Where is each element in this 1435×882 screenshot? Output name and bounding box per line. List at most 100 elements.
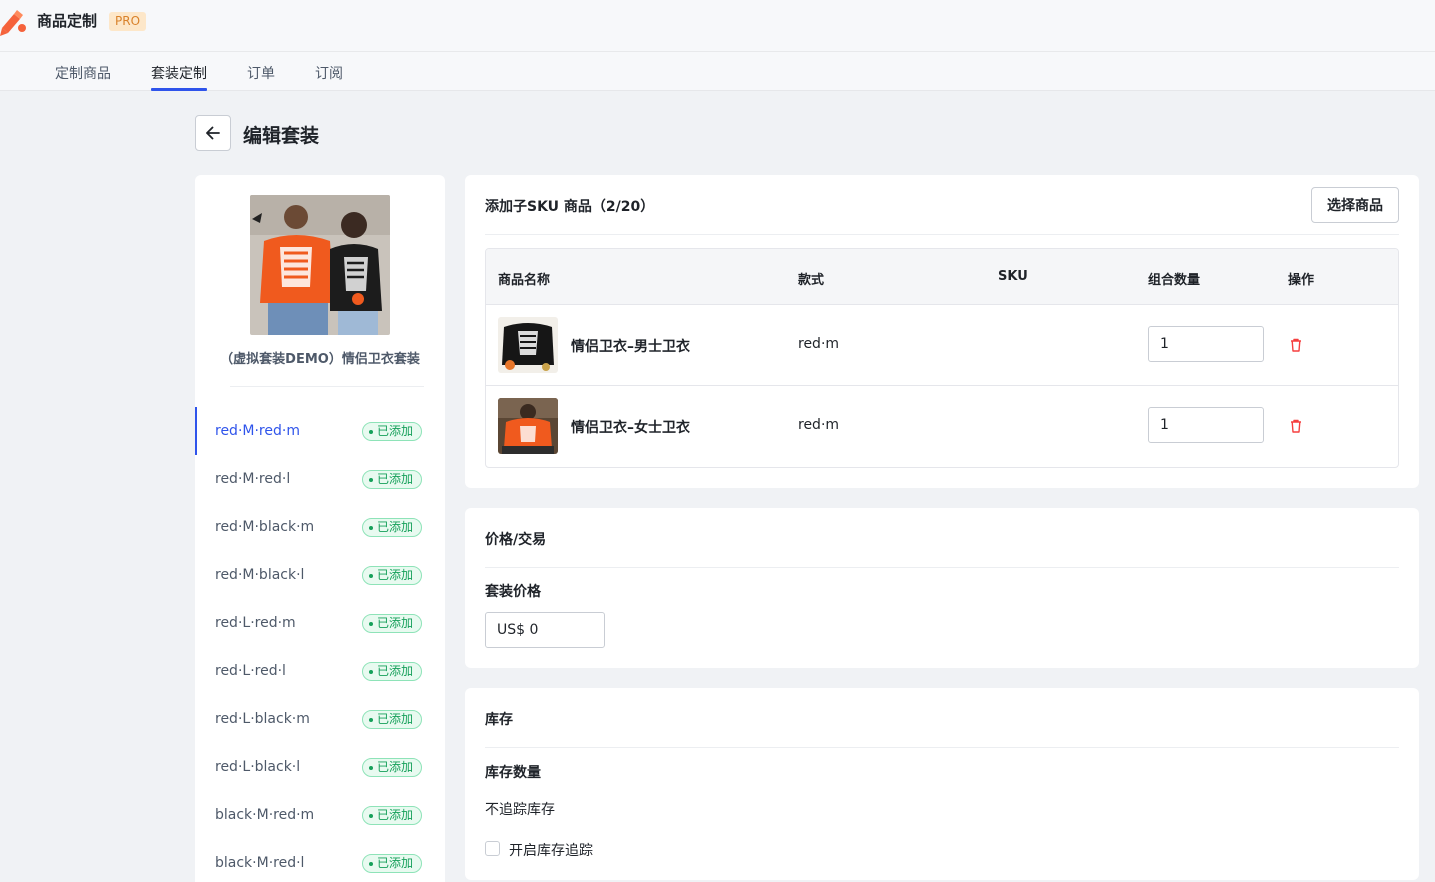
added-badge: 已添加 [362,566,423,585]
sku-section-title: 添加子SKU 商品（2/20） [485,199,655,215]
variant-item[interactable]: red·L·red·m 已添加 [195,599,445,647]
variant-label: black·M·red·m [215,807,315,823]
product-thumbnail [498,317,558,373]
added-badge: 已添加 [362,854,423,873]
product-style: red·m [798,417,840,433]
table-row: 情侣卫衣–女士卫衣 red·m [486,386,1398,467]
variant-label: red·L·black·l [215,759,301,775]
delete-icon[interactable] [1288,418,1304,434]
bundle-name: （虚拟套装DEMO）情侣卫衣套装 [220,352,420,367]
variant-item[interactable]: red·L·red·l 已添加 [195,647,445,695]
status-dot-icon [369,573,373,578]
divider [485,567,1399,568]
back-button[interactable] [195,115,231,151]
variant-item-selected[interactable]: red·M·red·m 已添加 [195,407,445,455]
enable-tracking-checkbox[interactable] [485,841,500,856]
price-section-title: 价格/交易 [485,532,547,548]
tab-subscriptions[interactable]: 订阅 [315,63,343,83]
status-dot-icon [369,477,373,482]
divider [485,747,1399,748]
app-title: 商品定制 [37,12,98,30]
sku-card: 添加子SKU 商品（2/20） 选择商品 商品名称 款式 SKU 组合数量 操作 [465,175,1419,488]
variant-label: red·M·red·m [215,423,300,439]
added-badge: 已添加 [362,470,423,489]
column-header-sku: SKU [998,269,1028,284]
tab-bundle-custom[interactable]: 套装定制 [151,63,207,83]
bundle-price-label: 套装价格 [485,584,541,600]
column-header-quantity: 组合数量 [1148,273,1201,288]
table-header: 商品名称 款式 SKU 组合数量 操作 [486,249,1398,305]
product-thumbnail [498,398,558,454]
added-badge-text: 已添加 [377,712,414,726]
variant-label: red·M·black·l [215,567,305,583]
app-header: 商品定制 PRO [0,0,1435,52]
tab-bar: 定制商品 套装定制 订单 订阅 [0,52,1435,91]
tab-custom-products[interactable]: 定制商品 [55,63,111,83]
variant-label: red·M·black·m [215,519,315,535]
pro-badge: PRO [109,12,147,31]
status-dot-icon [369,525,373,530]
variant-label: red·L·red·m [215,615,296,631]
select-products-button[interactable]: 选择商品 [1311,187,1399,223]
variant-label: red·M·red·l [215,471,291,487]
app-logo-icon [0,10,26,36]
added-badge-text: 已添加 [377,760,414,774]
added-badge-text: 已添加 [377,424,414,438]
arrow-left-icon [206,126,220,140]
variant-item[interactable]: red·M·black·m 已添加 [195,503,445,551]
variant-item[interactable]: red·L·black·m 已添加 [195,695,445,743]
variant-item[interactable]: red·L·black·l 已添加 [195,743,445,791]
added-badge-text: 已添加 [377,664,414,678]
added-badge: 已添加 [362,614,423,633]
added-badge-text: 已添加 [377,472,414,486]
product-name: 情侣卫衣–女士卫衣 [571,420,690,436]
status-dot-icon [369,765,373,770]
stock-tracking-status: 不追踪库存 [485,802,555,818]
added-badge: 已添加 [362,662,423,681]
added-badge-text: 已添加 [377,568,414,582]
column-header-actions: 操作 [1288,273,1315,288]
stock-card: 库存 库存数量 不追踪库存 开启库存追踪 [465,688,1419,880]
quantity-input[interactable] [1148,407,1264,443]
variant-item[interactable]: black·M·red·m 已添加 [195,791,445,839]
added-badge: 已添加 [362,518,423,537]
added-badge: 已添加 [362,422,423,441]
bundle-product-image [250,195,390,335]
variant-list: red·M·red·m 已添加 red·M·red·l 已添加 red·M·bl… [195,407,445,882]
variant-item[interactable]: red·M·black·l 已添加 [195,551,445,599]
added-badge: 已添加 [362,806,423,825]
price-card: 价格/交易 套装价格 [465,508,1419,668]
added-badge-text: 已添加 [377,856,414,870]
status-dot-icon [369,717,373,722]
divider [485,234,1399,235]
table-row: 情侣卫衣–男士卫衣 red·m [486,305,1398,386]
page-title: 编辑套装 [243,125,320,147]
added-badge-text: 已添加 [377,520,414,534]
stock-quantity-label: 库存数量 [485,765,541,781]
variant-label: red·L·red·l [215,663,286,679]
divider [230,386,424,387]
status-dot-icon [369,669,373,674]
enable-tracking-label[interactable]: 开启库存追踪 [509,840,593,860]
column-header-style: 款式 [798,273,825,288]
added-badge-text: 已添加 [377,808,414,822]
column-header-product-name: 商品名称 [498,273,551,288]
delete-icon[interactable] [1288,337,1304,353]
status-dot-icon [369,861,373,866]
quantity-input[interactable] [1148,326,1264,362]
status-dot-icon [369,429,373,434]
bundle-price-input[interactable] [485,612,605,648]
product-style: red·m [798,336,840,352]
added-badge-text: 已添加 [377,616,414,630]
variant-label: black·M·red·l [215,855,305,871]
added-badge: 已添加 [362,710,423,729]
tab-orders[interactable]: 订单 [247,63,275,83]
variant-label: red·L·black·m [215,711,310,727]
variant-item[interactable]: black·M·red·l 已添加 [195,839,445,882]
status-dot-icon [369,621,373,626]
status-dot-icon [369,813,373,818]
bundle-sidebar: （虚拟套装DEMO）情侣卫衣套装 red·M·red·m 已添加 red·M·r… [195,175,445,882]
added-badge: 已添加 [362,758,423,777]
product-name: 情侣卫衣–男士卫衣 [571,339,690,355]
variant-item[interactable]: red·M·red·l 已添加 [195,455,445,503]
